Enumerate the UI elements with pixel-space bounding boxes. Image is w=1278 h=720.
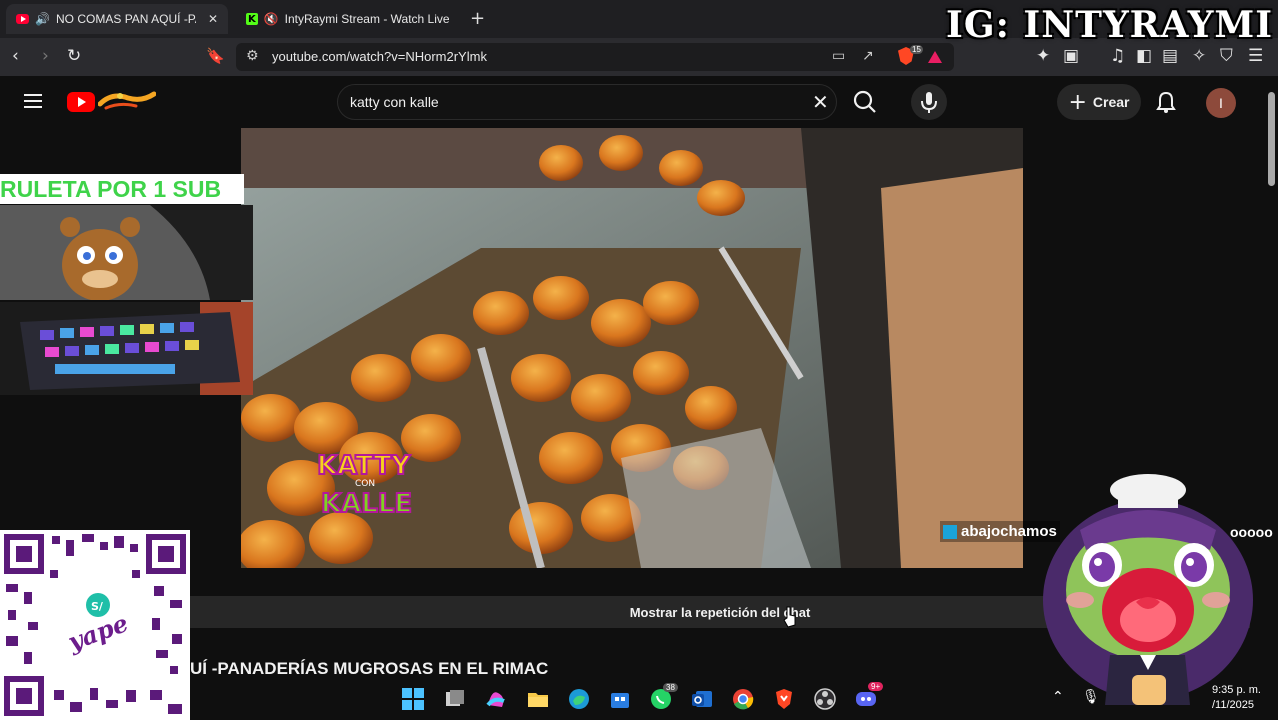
tray-microphone-icon[interactable]: 🎙 [1082, 687, 1100, 707]
youtube-header: katty con kalle ✕ + Crear I [0, 76, 1265, 128]
url-text[interactable]: youtube.com/watch?v=NHorm2rYlmk [272, 49, 487, 64]
voice-search-button[interactable] [911, 84, 947, 120]
extensions-icon[interactable]: ✦ [1036, 46, 1050, 66]
windows-start-icon[interactable] [401, 687, 425, 711]
chrome-icon[interactable] [731, 687, 755, 711]
qr-code-icon: S/ yape [0, 530, 190, 720]
copilot-icon[interactable] [484, 687, 508, 711]
whatsapp-badge: 38 [663, 683, 678, 692]
tab-youtube[interactable]: 🔊 NO COMAS PAN AQUÍ -PANA ✕ [6, 4, 228, 34]
avatar[interactable]: I [1206, 88, 1236, 118]
address-bar[interactable]: ⚙ youtube.com/watch?v=NHorm2rYlmk ▭ ↗ 15 [236, 43, 954, 71]
scrollbar-thumb[interactable] [1268, 92, 1275, 186]
tab-title: IntyRaymi Stream - Watch Live or [284, 12, 450, 26]
discord-badge: 9+ [868, 682, 884, 691]
new-tab-button[interactable]: + [470, 8, 485, 29]
video-title: UÍ -PANADERÍAS MUGROSAS EN EL RIMAC [190, 659, 549, 678]
sidebar-icon[interactable]: ◧ [1136, 46, 1152, 66]
page-scrollbar[interactable] [1265, 76, 1278, 676]
clear-search-icon[interactable]: ✕ [812, 90, 829, 114]
webcam-keyboard-image [0, 302, 253, 395]
tray-overflow-icon[interactable]: ⌃ [1052, 687, 1064, 707]
ruleta-banner: RULETA POR 1 SUB [0, 174, 244, 204]
logo-word-kalle: KALLE [321, 489, 412, 519]
kick-favicon-icon: K [246, 13, 258, 25]
share-icon[interactable]: ↗ [862, 48, 874, 64]
search-input[interactable]: katty con kalle ✕ [337, 84, 837, 120]
shield-count-badge: 15 [910, 45, 923, 54]
music-icon[interactable]: ♫ [1110, 46, 1125, 66]
tab-title: NO COMAS PAN AQUÍ -PANA [56, 12, 196, 26]
windows-taskbar: 38 9+ ⌃ 🎙 [190, 677, 1278, 720]
brave-browser-icon[interactable] [772, 687, 796, 711]
qr-currency-label: S/ [91, 600, 104, 613]
hand-cursor-icon [783, 606, 796, 628]
site-settings-icon[interactable]: ⚙ [246, 48, 259, 64]
wallet-icon[interactable]: ▣ [1063, 46, 1079, 66]
vtuber-mascot-image [1043, 474, 1253, 705]
tab-kick[interactable]: K 🔇 IntyRaymi Stream - Watch Live or [236, 4, 460, 34]
yape-qr-code: S/ yape [0, 530, 190, 720]
wallet2-icon[interactable]: ▤ [1162, 46, 1178, 66]
muted-speaker-icon[interactable]: 🔇 [264, 12, 279, 26]
hamburger-menu-icon[interactable] [24, 94, 42, 108]
create-label: Crear [1092, 94, 1130, 110]
notifications-bell-icon[interactable] [1155, 90, 1177, 114]
youtube-doodle-icon[interactable] [98, 88, 156, 114]
logo-word-con: CON [355, 479, 375, 489]
katty-con-kalle-logo-icon: KATTY CON KALLE [316, 450, 413, 520]
plus-icon: + [1068, 89, 1087, 115]
youtube-logo-icon[interactable] [67, 92, 95, 112]
speaker-icon[interactable]: 🔊 [35, 12, 50, 26]
bookmark-icon[interactable]: 🔖 [206, 46, 225, 66]
webcam-plush-image [0, 205, 253, 300]
taskbar-clock-date[interactable]: /11/2025 [1212, 699, 1254, 711]
menu-icon[interactable]: ☰ [1248, 46, 1263, 66]
back-icon[interactable]: ‹ [12, 46, 19, 66]
outlook-icon[interactable] [690, 687, 714, 711]
reload-icon[interactable]: ↻ [67, 46, 81, 66]
chat-badge-icon [943, 524, 957, 539]
video-player[interactable]: KATTY CON KALLE [241, 128, 1023, 568]
microphone-icon [921, 92, 937, 113]
edge-icon[interactable] [567, 687, 591, 711]
forward-icon[interactable]: › [42, 46, 49, 66]
vpn-icon[interactable]: ⛉ [1220, 46, 1233, 66]
leo-icon[interactable]: ✧ [1192, 46, 1206, 66]
search-icon[interactable] [845, 84, 885, 120]
file-explorer-icon[interactable] [526, 687, 550, 711]
brave-rewards-icon[interactable] [928, 51, 942, 63]
instagram-overlay-text: IG: INTYRAYMI [946, 4, 1274, 46]
store-icon[interactable] [608, 687, 632, 711]
taskbar-clock-time[interactable]: 9:35 p. m. [1212, 684, 1261, 696]
task-view-icon[interactable] [443, 687, 467, 711]
obs-icon[interactable] [813, 687, 837, 711]
search-query[interactable]: katty con kalle [350, 94, 439, 110]
cast-icon[interactable]: ▭ [832, 48, 845, 64]
youtube-favicon-icon [16, 14, 30, 24]
logo-word-katty: KATTY [317, 451, 411, 481]
close-tab-icon[interactable]: ✕ [208, 12, 218, 26]
create-button[interactable]: + Crear [1057, 84, 1141, 120]
